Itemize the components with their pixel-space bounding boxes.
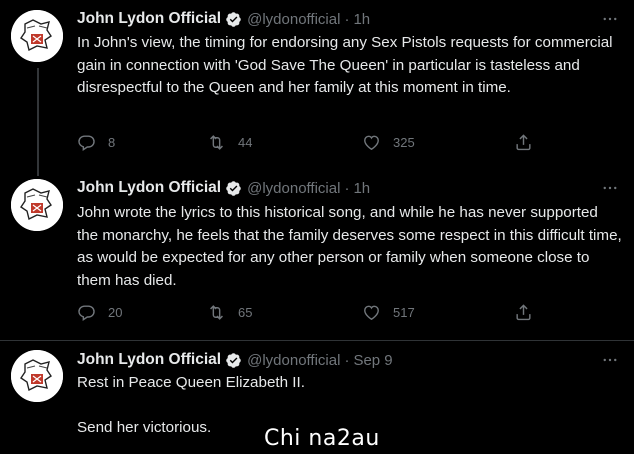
watermark-text: Chi na2au [264, 426, 380, 451]
tweet[interactable]: John Lydon Official @lydonofficial · 1h … [0, 0, 634, 170]
retweet-count: 65 [238, 304, 253, 320]
tweet-header: John Lydon Official @lydonofficial · 1h [77, 8, 370, 30]
author-name[interactable]: John Lydon Official [77, 179, 221, 197]
like-count: 325 [393, 134, 415, 150]
like-button[interactable]: 517 [362, 301, 415, 323]
tweet-text: John wrote the lyrics to this historical… [77, 204, 626, 289]
share-icon [516, 133, 531, 150]
tweet-timestamp[interactable]: 1h [353, 11, 370, 28]
sex-pistols-logo-avatar [11, 10, 63, 62]
separator-dot: · [344, 179, 350, 197]
reply-button[interactable]: 20 [77, 301, 122, 323]
heart-icon [364, 135, 379, 150]
tweet-text: In John's view, the timing for endorsing… [77, 34, 617, 96]
author-handle[interactable]: @lydonofficial [247, 180, 340, 197]
tweet-actions: 20 65 517 [77, 301, 547, 323]
retweet-button[interactable]: 44 [207, 131, 252, 153]
author-name[interactable]: John Lydon Official [77, 351, 221, 369]
separator-dot: · [344, 10, 350, 28]
reply-icon [78, 134, 95, 151]
retweet-count: 44 [238, 134, 253, 150]
tweet[interactable]: John Lydon Official @lydonofficial · 1h … [0, 170, 634, 341]
tweet-header: John Lydon Official @lydonofficial · Sep… [77, 349, 393, 371]
avatar[interactable] [11, 179, 63, 231]
author-name[interactable]: John Lydon Official [77, 10, 221, 28]
reply-button[interactable]: 8 [77, 131, 115, 153]
like-button[interactable]: 325 [362, 131, 415, 153]
more-options-icon[interactable] [600, 178, 620, 198]
retweet-icon [210, 134, 223, 150]
author-handle[interactable]: @lydonofficial [247, 352, 340, 369]
tweet-timestamp[interactable]: Sep 9 [353, 352, 392, 369]
verified-badge-icon [225, 11, 242, 28]
avatar[interactable] [11, 350, 63, 402]
share-icon [516, 303, 531, 320]
more-options-icon[interactable] [600, 350, 620, 370]
separator-dot: · [344, 351, 350, 369]
reply-count: 20 [108, 304, 123, 320]
tweet-actions: 8 44 325 [77, 131, 547, 153]
more-options-icon[interactable] [600, 9, 620, 29]
heart-icon [364, 305, 379, 320]
like-count: 517 [393, 304, 415, 320]
reply-count: 8 [108, 134, 116, 150]
sex-pistols-logo-avatar [11, 179, 63, 231]
tweet-timestamp[interactable]: 1h [353, 180, 370, 197]
share-button[interactable] [514, 131, 533, 153]
retweet-icon [210, 304, 223, 320]
reply-icon [78, 304, 95, 321]
share-button[interactable] [514, 301, 533, 323]
retweet-button[interactable]: 65 [207, 301, 252, 323]
avatar[interactable] [11, 10, 63, 62]
tweet-header: John Lydon Official @lydonofficial · 1h [77, 177, 370, 199]
verified-badge-icon [225, 180, 242, 197]
author-handle[interactable]: @lydonofficial [247, 11, 340, 28]
sex-pistols-logo-avatar [11, 350, 63, 402]
verified-badge-icon [225, 352, 242, 369]
